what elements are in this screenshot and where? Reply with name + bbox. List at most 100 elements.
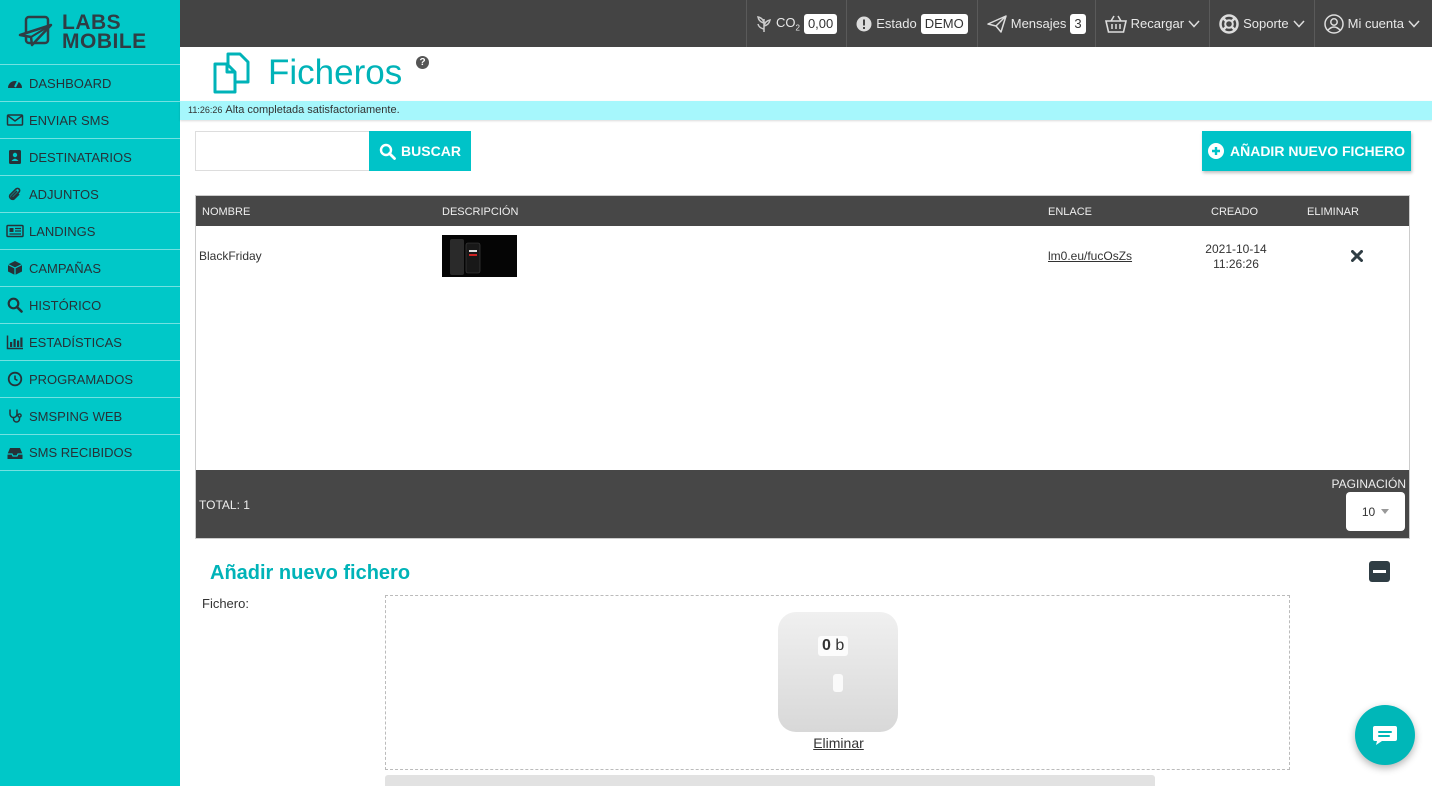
- sidebar-item-destinatarios[interactable]: DESTINATARIOS: [0, 138, 180, 175]
- paper-plane-logo-icon: [18, 15, 53, 47]
- recargar-menu[interactable]: Recargar: [1094, 0, 1209, 47]
- column-header-enlace[interactable]: ENLACE: [1048, 206, 1092, 218]
- add-new-file-button[interactable]: AÑADIR NUEVO FICHERO: [1202, 131, 1411, 171]
- dashboard-gauge-icon: [8, 80, 22, 88]
- pagination-select[interactable]: 10: [1346, 492, 1405, 531]
- sidebar-item-label: SMS RECIBIDOS: [29, 445, 133, 460]
- mensajes-menu[interactable]: Mensajes 3: [976, 0, 1095, 47]
- mi-cuenta-menu[interactable]: Mi cuenta: [1313, 0, 1432, 47]
- clock-icon: [7, 371, 23, 387]
- file-field-label: Fichero:: [202, 596, 249, 611]
- cube-icon: [7, 261, 23, 275]
- column-header-descripcion[interactable]: DESCRIPCIÓN: [442, 206, 518, 218]
- inbox-icon: [7, 447, 23, 459]
- sidebar-item-label: ENVIAR SMS: [29, 112, 110, 128]
- contact-book-icon: [9, 150, 21, 164]
- column-header-eliminar: ELIMINAR: [1307, 206, 1359, 218]
- total-count: TOTAL: 1: [199, 498, 250, 512]
- remove-file-link[interactable]: Eliminar: [386, 735, 1291, 751]
- sidebar-item-label: ADJUNTOS: [29, 186, 99, 202]
- estado-badge: DEMO: [920, 13, 968, 34]
- table-row: BlackFriday lm0.eu/fucOsZs 2021-10-14 11…: [196, 226, 1409, 288]
- next-field-bar: [385, 775, 1155, 786]
- sidebar-item-sms-recibidos[interactable]: SMS RECIBIDOS: [0, 434, 180, 471]
- sidebar-item-historico[interactable]: HISTÓRICO: [0, 286, 180, 323]
- shopping-basket-icon: [1104, 15, 1127, 33]
- newspaper-icon: [6, 224, 24, 238]
- estado-label: Estado: [876, 16, 917, 31]
- column-header-nombre[interactable]: NOMBRE: [202, 206, 250, 218]
- sidebar-item-label: CAMPAÑAS: [29, 260, 101, 276]
- chat-widget-button[interactable]: [1355, 705, 1415, 765]
- caret-down-icon: [1381, 509, 1390, 514]
- page-title: Ficheros: [268, 53, 403, 92]
- created-date: 2021-10-14 11:26:26: [1205, 242, 1267, 271]
- plus-circle-icon: [1207, 143, 1224, 159]
- soporte-menu[interactable]: Soporte: [1209, 0, 1314, 47]
- black-friday-phone-image: [442, 235, 517, 277]
- search-button[interactable]: BUSCAR: [369, 131, 471, 171]
- add-file-section-title: Añadir nuevo fichero: [210, 562, 411, 584]
- help-icon[interactable]: ?: [416, 56, 429, 69]
- mensajes-count-badge: 3: [1070, 13, 1086, 34]
- sidebar-item-label: DASHBOARD: [29, 75, 112, 91]
- upload-progress-bar: [833, 674, 843, 692]
- chat-bubble-icon: [1373, 726, 1397, 745]
- sidebar-item-estadisticas[interactable]: ESTADÍSTICAS: [0, 323, 180, 360]
- mi-cuenta-label: Mi cuenta: [1347, 16, 1404, 31]
- recargar-label: Recargar: [1130, 16, 1185, 31]
- sidebar-item-dashboard[interactable]: DASHBOARD: [0, 64, 180, 101]
- user-circle-icon: [1323, 13, 1344, 34]
- paper-plane-icon: [986, 14, 1007, 33]
- soporte-label: Soporte: [1243, 16, 1289, 31]
- page-header: Ficheros: [212, 52, 402, 94]
- delete-x-icon[interactable]: [1351, 250, 1363, 262]
- co2-indicator[interactable]: CO2 0,00: [745, 0, 846, 47]
- uploaded-file-preview: 0 b: [778, 612, 898, 732]
- files-table: NOMBRE DESCRIPCIÓN ENLACE CREADO ELIMINA…: [195, 195, 1410, 539]
- sidebar-item-enviar-sms[interactable]: ENVIAR SMS: [0, 101, 180, 138]
- pagination-value: 10: [1361, 504, 1376, 519]
- sidebar-item-adjuntos[interactable]: ADJUNTOS: [0, 175, 180, 212]
- sidebar-item-label: LANDINGS: [29, 223, 96, 239]
- file-thumbnail[interactable]: [442, 235, 517, 277]
- chevron-down-icon: [1293, 19, 1305, 28]
- sidebar-item-campanas[interactable]: CAMPAÑAS: [0, 249, 180, 286]
- sidebar-item-label: ESTADÍSTICAS: [29, 334, 122, 350]
- search-icon: [7, 297, 23, 313]
- chevron-down-icon: [1408, 19, 1420, 28]
- sidebar-item-label: PROGRAMADOS: [29, 371, 134, 387]
- alert-message: Alta completada satisfactoriamente.: [225, 104, 400, 116]
- search-input[interactable]: [195, 131, 370, 171]
- collapse-section-button[interactable]: [1369, 561, 1390, 582]
- sidebar: LABS MOBILE DASHBOARD ENVIAR SMS DESTINA…: [0, 0, 180, 786]
- bar-chart-icon: [6, 335, 23, 350]
- sidebar-item-label: SMSPING WEB: [29, 408, 123, 424]
- envelope-icon: [6, 114, 24, 126]
- co2-label: CO2: [775, 14, 800, 33]
- sidebar-item-smsping-web[interactable]: SMSPING WEB: [0, 397, 180, 434]
- file-dropzone[interactable]: 0 b Eliminar: [385, 595, 1290, 770]
- sidebar-item-label: DESTINATARIOS: [29, 149, 132, 165]
- column-header-creado[interactable]: CREADO: [1211, 206, 1258, 218]
- stethoscope-icon: [9, 409, 22, 423]
- add-new-file-label: AÑADIR NUEVO FICHERO: [1229, 143, 1405, 159]
- estado-indicator[interactable]: Estado DEMO: [846, 0, 976, 47]
- mensajes-label: Mensajes: [1010, 16, 1067, 31]
- logo[interactable]: LABS MOBILE: [0, 0, 180, 64]
- sidebar-item-label: HISTÓRICO: [29, 297, 102, 313]
- paperclip-icon: [8, 187, 21, 201]
- sidebar-item-landings[interactable]: LANDINGS: [0, 212, 180, 249]
- table-header: NOMBRE DESCRIPCIÓN ENLACE CREADO ELIMINA…: [196, 196, 1409, 226]
- sidebar-item-programados[interactable]: PROGRAMADOS: [0, 360, 180, 397]
- exclamation-circle-icon: [856, 16, 872, 31]
- pagination-label: PAGINACIÓN: [1331, 477, 1406, 491]
- top-bar: CO2 0,00 Estado DEMO Mensajes 3 Recargar…: [180, 0, 1432, 47]
- leaf-icon: [757, 15, 771, 32]
- file-name: BlackFriday: [199, 249, 262, 263]
- remove-file-label: Eliminar: [813, 735, 864, 751]
- search-button-label: BUSCAR: [401, 143, 461, 159]
- file-link[interactable]: lm0.eu/fucOsZs: [1048, 249, 1132, 263]
- co2-value: 0,00: [803, 13, 838, 34]
- chevron-down-icon: [1188, 19, 1200, 28]
